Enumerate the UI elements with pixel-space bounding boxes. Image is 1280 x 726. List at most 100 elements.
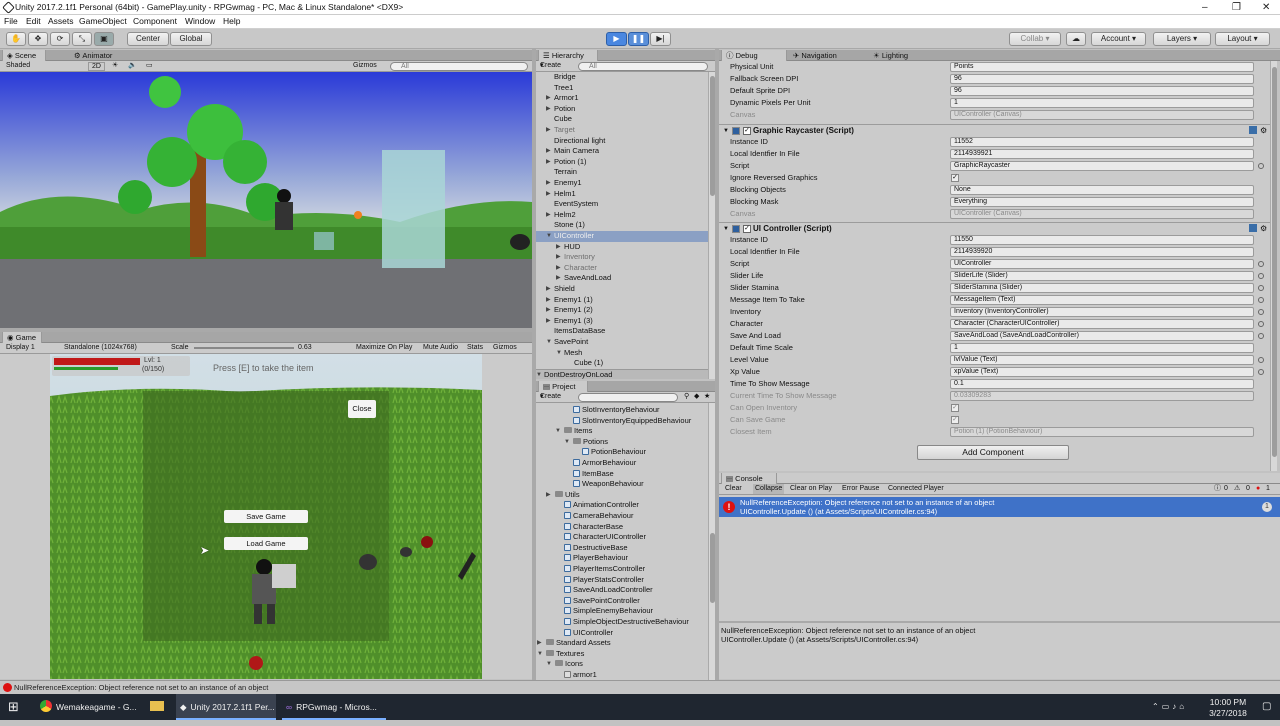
hierarchy-item[interactable]: ▶ Enemy1: [536, 178, 708, 189]
hierarchy-list[interactable]: Bridge Tree1 ▶ Armor1 ▶ Potion Cube ▶ Target Dire…: [536, 72, 715, 379]
hierarchy-item[interactable]: Bridge: [536, 72, 708, 83]
project-item[interactable]: ▼ Textures: [536, 649, 708, 660]
project-search-input[interactable]: [578, 393, 678, 402]
hierarchy-item[interactable]: ▶ HUD: [536, 242, 708, 253]
game-gizmos-dropdown[interactable]: Gizmos: [493, 343, 517, 353]
object-picker-icon[interactable]: [1258, 297, 1264, 303]
project-item[interactable]: ▼ Items: [536, 426, 708, 437]
project-item[interactable]: ▶ Standard Assets: [536, 638, 708, 649]
scale-slider[interactable]: [194, 347, 294, 349]
hierarchy-item[interactable]: ▶ Helm1: [536, 189, 708, 200]
hierarchy-item[interactable]: ▶ SaveAndLoad: [536, 273, 708, 284]
object-reference-field[interactable]: SaveAndLoad (SaveAndLoadController): [950, 331, 1254, 341]
project-item[interactable]: CharacterBase: [536, 522, 708, 533]
expand-arrow-open-icon[interactable]: ▼: [555, 426, 561, 437]
project-item[interactable]: armor1: [536, 670, 708, 680]
hierarchy-item[interactable]: ▼ Mesh: [536, 348, 708, 359]
hand-tool-icon[interactable]: ✋: [6, 32, 26, 46]
project-item[interactable]: PlayerStatsController: [536, 575, 708, 586]
add-component-button[interactable]: Add Component: [917, 445, 1069, 460]
menu-file[interactable]: File: [4, 15, 18, 28]
hierarchy-item[interactable]: ▼ DontDestroyOnLoad: [536, 368, 708, 379]
object-picker-icon[interactable]: [1258, 309, 1264, 315]
object-reference-field[interactable]: SliderLife (Slider): [950, 271, 1254, 281]
hierarchy-search-input[interactable]: All: [578, 62, 708, 71]
project-item[interactable]: UIController: [536, 628, 708, 639]
project-item[interactable]: SlotInventoryEquippedBehaviour: [536, 416, 708, 427]
expand-arrow-open-icon[interactable]: ▼: [546, 231, 552, 242]
object-reference-field[interactable]: MessageItem (Text): [950, 295, 1254, 305]
inspector-field-value[interactable]: Points: [950, 62, 1254, 72]
inspector-field-value[interactable]: UIController (Canvas): [950, 110, 1254, 120]
inspector-field-value[interactable]: None: [950, 185, 1254, 195]
pivot-center-button[interactable]: Center: [127, 32, 169, 46]
collab-button[interactable]: Collab ▾: [1009, 32, 1061, 46]
expand-arrow-icon[interactable]: ▶: [546, 178, 551, 189]
object-reference-field[interactable]: UIController: [950, 259, 1254, 269]
project-item[interactable]: SaveAndLoadController: [536, 585, 708, 596]
tab-debug[interactable]: ⓘ Debug: [721, 50, 787, 61]
hierarchy-item[interactable]: ▶ Enemy1 (1): [536, 295, 708, 306]
scale-tool-icon[interactable]: ⤡: [72, 32, 92, 46]
project-item[interactable]: WeaponBehaviour: [536, 479, 708, 490]
mute-audio-toggle[interactable]: Mute Audio: [423, 343, 458, 353]
hierarchy-item[interactable]: Directional light: [536, 136, 708, 147]
hierarchy-item[interactable]: ▶ Potion (1): [536, 157, 708, 168]
resolution-dropdown[interactable]: Standalone (1024x768): [64, 343, 137, 353]
save-game-button[interactable]: Save Game: [224, 510, 308, 523]
expand-arrow-icon[interactable]: ▶: [556, 263, 561, 274]
minimize-button[interactable]: –: [1202, 0, 1208, 15]
hierarchy-item[interactable]: ▶ Helm2: [536, 210, 708, 221]
rect-tool-icon[interactable]: ▣: [94, 32, 114, 46]
expand-arrow-icon[interactable]: ▶: [556, 252, 561, 263]
project-item[interactable]: SimpleObjectDestructiveBehaviour: [536, 617, 708, 628]
project-item[interactable]: ▼ Potions: [536, 437, 708, 448]
inspector-field-value[interactable]: 0.03309283: [950, 391, 1254, 401]
expand-arrow-icon[interactable]: ▶: [556, 273, 561, 284]
hierarchy-create-button[interactable]: Create ▾: [540, 61, 561, 71]
console-collapse-button[interactable]: Collapse: [753, 484, 785, 494]
console-error-pause-button[interactable]: Error Pause: [842, 484, 879, 494]
menu-gameobject[interactable]: GameObject: [79, 15, 127, 28]
object-reference-field[interactable]: Inventory (InventoryController): [950, 307, 1254, 317]
gizmos-dropdown[interactable]: Gizmos: [353, 61, 377, 71]
taskbar-unity[interactable]: ◆ Unity 2017.2.1f1 Per...: [176, 694, 276, 720]
hierarchy-item[interactable]: ▼ SavePoint: [536, 337, 708, 348]
ui-controller-enabled-checkbox[interactable]: ✓: [743, 225, 751, 233]
inspector-field-value[interactable]: 0.1: [950, 379, 1254, 389]
tab-scene[interactable]: ◈ Scene: [2, 50, 46, 61]
expand-arrow-icon[interactable]: ▶: [546, 295, 551, 306]
shading-dropdown[interactable]: Shaded: [6, 61, 30, 71]
load-game-button[interactable]: Load Game: [224, 537, 308, 550]
cloud-icon[interactable]: ☁: [1066, 32, 1086, 46]
object-reference-field[interactable]: GraphicRaycaster: [950, 161, 1254, 171]
hierarchy-item[interactable]: ▶ Potion: [536, 104, 708, 115]
hierarchy-item[interactable]: Tree1: [536, 83, 708, 94]
hierarchy-scrollbar[interactable]: [708, 72, 715, 379]
inspector-field-value[interactable]: UIController (Canvas): [950, 209, 1254, 219]
info-count-icon[interactable]: ⓘ: [1214, 484, 1221, 494]
warning-count-icon[interactable]: ⚠: [1234, 484, 1240, 494]
expand-arrow-icon[interactable]: ▶: [546, 305, 551, 316]
hierarchy-item[interactable]: ▼ UIController: [536, 231, 708, 242]
hierarchy-item[interactable]: ▶ Enemy1 (2): [536, 305, 708, 316]
layout-dropdown[interactable]: Layout ▾: [1215, 32, 1270, 46]
expand-arrow-icon[interactable]: ▶: [546, 189, 551, 200]
inspector-field-value[interactable]: 2114939921: [950, 149, 1254, 159]
filter-type-icon[interactable]: ⚲: [684, 392, 689, 402]
console-clear-on-play-button[interactable]: Clear on Play: [790, 484, 832, 494]
object-picker-icon[interactable]: [1258, 321, 1264, 327]
filter-label-icon[interactable]: ◆: [694, 392, 699, 402]
close-window-button[interactable]: ✕: [1262, 0, 1270, 15]
taskbar-visualstudio[interactable]: ∞ RPGwmag - Micros...: [282, 694, 386, 720]
project-item[interactable]: CameraBehaviour: [536, 511, 708, 522]
hierarchy-item[interactable]: EventSystem: [536, 199, 708, 210]
error-count-icon[interactable]: ●: [1256, 484, 1260, 494]
inspector-checkbox[interactable]: ✓: [951, 416, 959, 424]
hierarchy-item[interactable]: ▶ Armor1: [536, 93, 708, 104]
expand-arrow-icon[interactable]: ▶: [546, 125, 551, 136]
hierarchy-item[interactable]: ItemsDataBase: [536, 326, 708, 337]
2d-toggle[interactable]: 2D: [88, 62, 105, 71]
expand-arrow-icon[interactable]: ▶: [546, 210, 551, 221]
inspector-field-value[interactable]: Potion (1) (PotionBehaviour): [950, 427, 1254, 437]
